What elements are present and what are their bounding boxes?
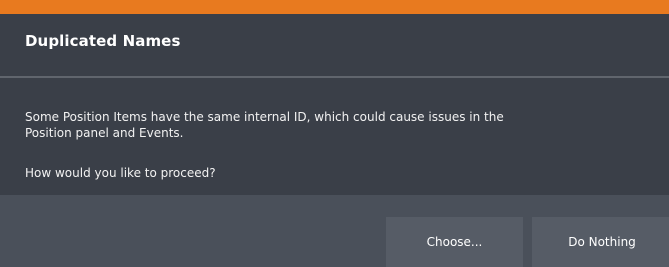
dialog-body: Some Position Items have the same intern… bbox=[0, 78, 669, 195]
dialog-message: Some Position Items have the same intern… bbox=[25, 110, 504, 140]
dialog-header: Duplicated Names bbox=[0, 14, 669, 76]
dialog-title: Duplicated Names bbox=[25, 32, 181, 50]
accent-bar bbox=[0, 0, 669, 14]
duplicated-names-dialog: Duplicated Names Some Position Items hav… bbox=[0, 0, 669, 267]
dialog-footer: Choose... Do Nothing bbox=[0, 195, 669, 267]
dialog-question: How would you like to proceed? bbox=[25, 166, 216, 180]
do-nothing-button[interactable]: Do Nothing bbox=[532, 217, 669, 267]
choose-button[interactable]: Choose... bbox=[386, 217, 523, 267]
